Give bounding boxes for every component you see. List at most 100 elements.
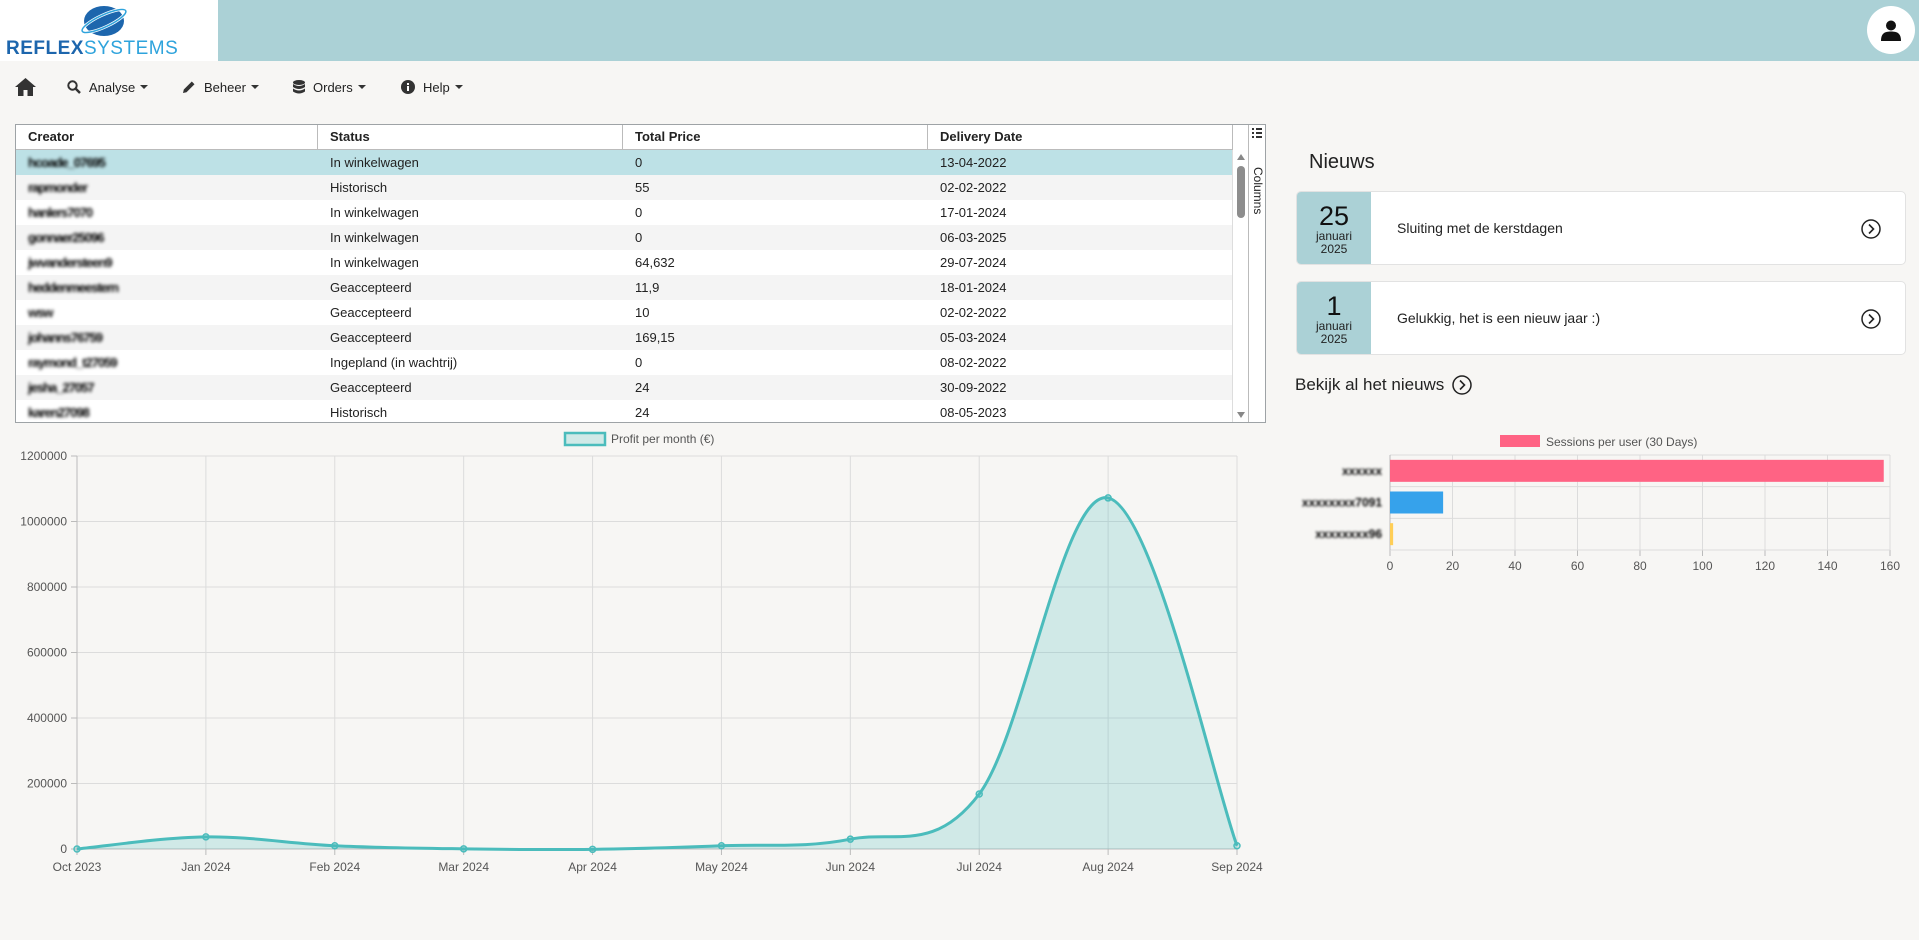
data-point[interactable] (1104, 494, 1112, 502)
news-item[interactable]: 25 januari 2025 Sluiting met de kerstdag… (1296, 191, 1906, 265)
table-cell-status: Ingepland (in wachtrij) (330, 355, 458, 370)
bar[interactable] (1390, 491, 1444, 514)
table-cell-creator: jwvandersteen9 (28, 255, 113, 270)
table-body: hcoade_07695 In winkelwagen 0 13-04-2022 rap… (16, 150, 1232, 422)
x-tick-label: 20 (1446, 559, 1460, 573)
chevron-right-circle-icon[interactable] (1861, 219, 1881, 239)
table-cell-delivery-date: 06-03-2025 (940, 230, 1007, 245)
table-cell-delivery-date: 02-02-2022 (940, 305, 1007, 320)
home-button[interactable] (15, 72, 36, 102)
table-row[interactable]: wsw Geaccepteerd 10 02-02-2022 (16, 300, 1232, 325)
table-row[interactable]: gonnaer25096 In winkelwagen 0 06-03-2025 (16, 225, 1232, 250)
all-news-label: Bekijk al het nieuws (1295, 375, 1445, 394)
nav-analyse[interactable]: Analyse (67, 72, 149, 102)
scroll-down-icon[interactable] (1237, 412, 1245, 418)
top-bar (0, 0, 1919, 61)
table-cell-status: In winkelwagen (330, 205, 419, 220)
news-item-text: Sluiting met de kerstdagen (1397, 220, 1563, 236)
table-cell-creator: wsw (28, 305, 53, 320)
news-item[interactable]: 1 januari 2025 Gelukkig, het is een nieu… (1296, 281, 1906, 355)
x-tick-label: 80 (1633, 559, 1647, 573)
bar[interactable] (1390, 523, 1394, 546)
table-cell-delivery-date: 05-03-2024 (940, 330, 1007, 345)
x-tick-label: 120 (1755, 559, 1775, 573)
bar[interactable] (1390, 459, 1884, 482)
x-tick-label: 140 (1817, 559, 1837, 573)
y-tick-label: 200000 (27, 777, 67, 791)
y-tick-label: xxxxxx (1342, 464, 1382, 478)
table-cell-creator: hanlers7070 (28, 205, 93, 220)
nav-beheer[interactable]: Beheer (182, 72, 259, 102)
data-point[interactable] (588, 845, 597, 854)
column-header-total-price[interactable]: Total Price (623, 125, 928, 149)
nav-help-label: Help (423, 79, 450, 95)
x-tick-label: Feb 2024 (309, 860, 360, 874)
table-row[interactable]: hanlers7070 In winkelwagen 0 17-01-2024 (16, 200, 1232, 225)
user-menu-button[interactable] (1867, 6, 1915, 54)
table-cell-delivery-date: 08-02-2022 (940, 355, 1007, 370)
table-cell-delivery-date: 17-01-2024 (940, 205, 1007, 220)
data-point[interactable] (331, 841, 339, 850)
data-point[interactable] (202, 833, 210, 841)
data-point[interactable] (846, 835, 855, 843)
data-point[interactable] (975, 790, 983, 798)
nav-help[interactable]: Help (401, 72, 463, 102)
nav-beheer-label: Beheer (204, 79, 246, 95)
table-row[interactable]: jesha_27057 Geaccepteerd 24 30-09-2022 (16, 375, 1232, 400)
y-tick-label: xxxxxxxx7091 (1302, 496, 1382, 510)
x-tick-label: Apr 2024 (568, 860, 617, 874)
profit-chart: Profit per month (€) 0 200000 400000 600000 8… (20, 431, 1263, 874)
legend-label: Sessions per user (30 Days) (1546, 435, 1697, 449)
table-header: Creator Status Total Price Delivery Date (16, 125, 1233, 150)
columns-grip-icon (1252, 128, 1262, 138)
table-row[interactable]: karen27098 Historisch 24 08-05-2023 (16, 400, 1232, 422)
columns-panel-toggle[interactable]: Columns (1248, 125, 1265, 422)
nav-orders[interactable]: Orders (293, 72, 366, 102)
column-header-creator[interactable]: Creator (16, 125, 318, 149)
data-point[interactable] (1233, 841, 1241, 850)
table-cell-creator: rapmonder (28, 180, 88, 195)
magnifier-icon (67, 80, 81, 94)
table-row[interactable]: hcoade_07695 In winkelwagen 0 13-04-2022 (16, 150, 1232, 175)
sessions-chart: Sessions per user (30 Days) 0 20 40 60 80 100 1… (1302, 435, 1900, 573)
all-news-link[interactable]: Bekijk al het nieuws (1295, 374, 1473, 396)
chart-legend[interactable]: Sessions per user (30 Days) (1500, 435, 1697, 449)
table-cell-total-price: 10 (635, 305, 650, 320)
logo[interactable]: REFLEXSYSTEMS (0, 0, 218, 61)
y-tick-label: 400000 (27, 711, 67, 725)
table-cell-total-price: 0 (635, 355, 643, 370)
table-cell-creator: jesha_27057 (28, 380, 95, 395)
table-row[interactable]: heddenmeestern Geaccepteerd 11,9 18-01-2024 (16, 275, 1232, 300)
data-point[interactable] (459, 845, 468, 853)
column-header-status[interactable]: Status (318, 125, 623, 149)
table-row[interactable]: johanns76759 Geaccepteerd 169,15 05-03-2024 (16, 325, 1232, 350)
x-tick-label: Jan 2024 (181, 860, 231, 874)
table-cell-creator: johanns76759 (28, 330, 103, 345)
table-cell-total-price: 11,9 (635, 280, 660, 295)
column-header-delivery-date[interactable]: Delivery Date (928, 125, 1233, 149)
data-point[interactable] (73, 845, 81, 853)
orders-table: Creator Status Total Price Delivery Date… (15, 124, 1266, 423)
table-cell-delivery-date: 08-05-2023 (940, 405, 1007, 420)
scroll-up-icon[interactable] (1237, 154, 1245, 160)
table-row[interactable]: rapmonder Historisch 55 02-02-2022 (16, 175, 1232, 200)
table-cell-status: Geaccepteerd (330, 280, 412, 295)
series-area (77, 497, 1237, 850)
news-item-text: Gelukkig, het is een nieuw jaar :) (1397, 310, 1601, 326)
y-tick-label: 0 (60, 842, 67, 856)
nav-orders-label: Orders (313, 79, 353, 95)
data-point[interactable] (717, 841, 726, 850)
table-cell-status: Historisch (330, 405, 388, 420)
table-row[interactable]: jwvandersteen9 In winkelwagen 64,632 29-07-… (16, 250, 1232, 275)
chevron-right-circle-icon[interactable] (1861, 309, 1881, 329)
chevron-right-circle-icon (1452, 375, 1473, 395)
scroll-thumb[interactable] (1237, 166, 1245, 218)
table-cell-total-price: 0 (635, 205, 643, 220)
table-cell-status: Geaccepteerd (330, 305, 412, 320)
table-row[interactable]: raymond_t27059 Ingepland (in wachtrij) 0 08… (16, 350, 1232, 375)
table-scrollbar[interactable] (1232, 150, 1249, 422)
table-cell-total-price: 169,15 (635, 330, 675, 345)
chart-legend[interactable]: Profit per month (€) (563, 431, 714, 447)
table-cell-total-price: 24 (635, 405, 650, 420)
table-cell-creator: karen27098 (28, 405, 90, 420)
